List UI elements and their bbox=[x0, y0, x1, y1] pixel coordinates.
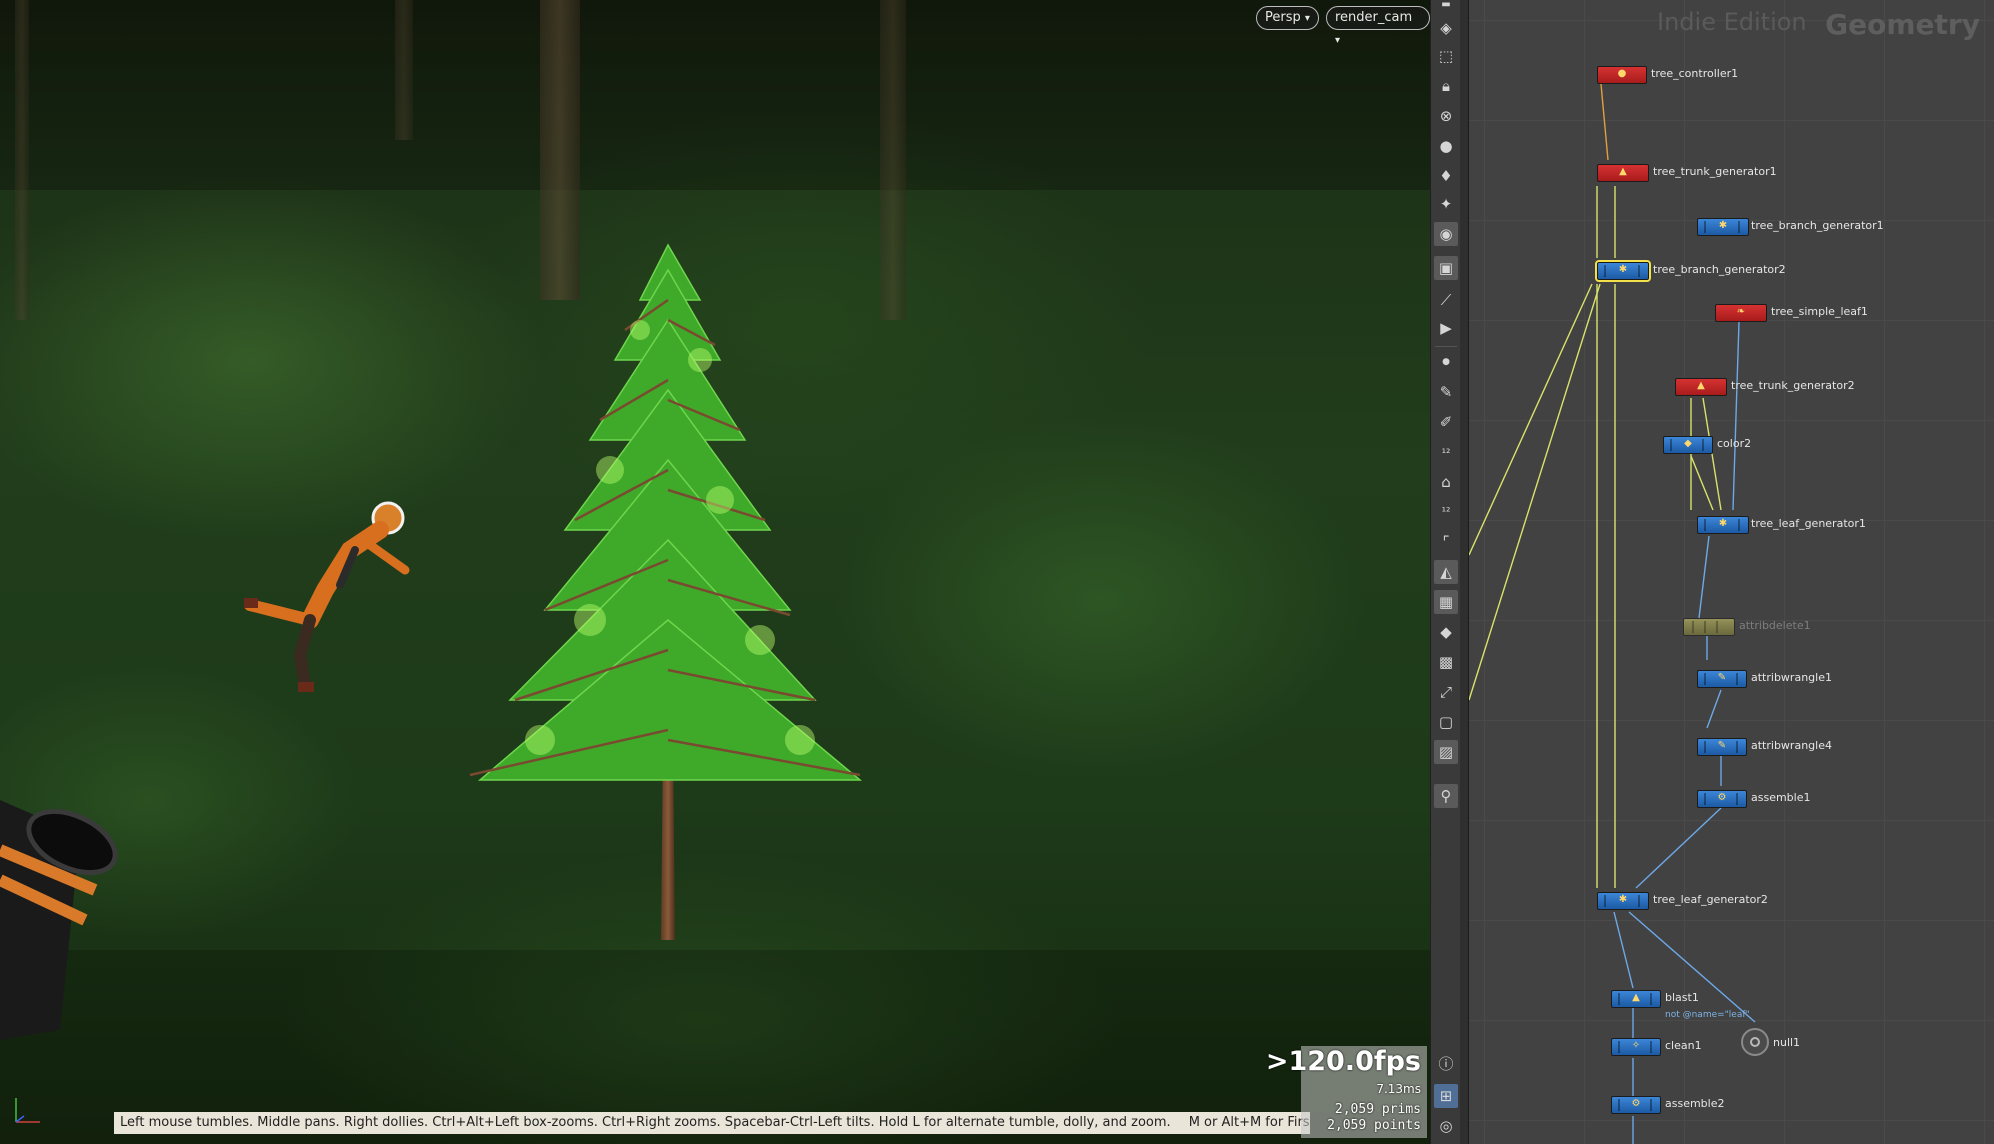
points-count: 2,059 points bbox=[1327, 1118, 1421, 1133]
network-editor[interactable]: Indie Edition Geometry ● tree_controller… bbox=[1469, 0, 1994, 1144]
camera-look-icon[interactable]: ◉ bbox=[1434, 222, 1458, 246]
camera-menu-button[interactable]: render_cam ▾ bbox=[1326, 6, 1430, 46]
scene-viewport[interactable]: Persp ▾ render_cam ▾ Left mouse tumbles.… bbox=[0, 0, 1430, 1144]
pen-icon[interactable]: ✐ bbox=[1434, 410, 1458, 434]
toolbar-menu-icon[interactable]: ▬ bbox=[1434, 0, 1458, 10]
node-label: tree_branch_generator1 bbox=[1751, 219, 1884, 232]
grid-icon[interactable]: ⊞ bbox=[1434, 1084, 1458, 1108]
wire bbox=[1613, 911, 1634, 989]
navigation-hint-text: Left mouse tumbles. Middle pans. Right d… bbox=[120, 1115, 1171, 1130]
checker-icon[interactable]: ▦ bbox=[1434, 590, 1458, 614]
info-icon[interactable]: ⓘ bbox=[1434, 1052, 1458, 1076]
tree-foliage bbox=[477, 243, 863, 781]
ghost-icon[interactable]: ⬚ bbox=[1434, 44, 1458, 68]
wire bbox=[1469, 283, 1593, 556]
wire-icon[interactable]: ⟋ bbox=[1434, 288, 1458, 312]
null1-label: null1 bbox=[1773, 1036, 1801, 1049]
tree-model bbox=[469, 240, 863, 940]
fps-readout: >120.0fps bbox=[1265, 1046, 1421, 1077]
pane-splitter[interactable] bbox=[1460, 0, 1469, 1144]
node-label: tree_controller1 bbox=[1651, 67, 1739, 80]
diamond-icon[interactable]: ◆ bbox=[1434, 620, 1458, 644]
wire bbox=[1469, 283, 1601, 701]
toolbar-divider bbox=[1435, 346, 1457, 347]
wire bbox=[1698, 535, 1710, 619]
node-label: tree_trunk_generator1 bbox=[1653, 165, 1777, 178]
wire bbox=[1690, 455, 1714, 511]
node-label: attribwrangle4 bbox=[1751, 739, 1832, 752]
shading-icon[interactable]: ● bbox=[1434, 134, 1458, 158]
axis-gizmo-icon bbox=[15, 1098, 40, 1123]
camera-icon[interactable]: ▣ bbox=[1434, 256, 1458, 280]
prims-count: 2,059 prims bbox=[1334, 1102, 1421, 1117]
eye-icon[interactable]: ◎ bbox=[1434, 1114, 1458, 1138]
wire bbox=[1706, 689, 1722, 729]
persp-view-label: Persp bbox=[1265, 10, 1301, 25]
shape-icon[interactable]: ◭ bbox=[1434, 560, 1458, 584]
persp-view-button[interactable]: Persp ▾ bbox=[1256, 6, 1319, 30]
light-icon[interactable]: ♦ bbox=[1434, 164, 1458, 188]
brush-icon[interactable]: ✎ bbox=[1434, 380, 1458, 404]
chevron-down-icon: ▾ bbox=[1304, 13, 1310, 24]
node-label: assemble2 bbox=[1665, 1097, 1725, 1110]
node-label: tree_branch_generator2 bbox=[1653, 263, 1786, 276]
snap-icon[interactable]: ▩ bbox=[1434, 650, 1458, 674]
headlight-icon[interactable]: ✦ bbox=[1434, 192, 1458, 216]
wire bbox=[1600, 83, 1609, 161]
performance-overlay: >120.0fps 7.13ms 2,059 prims 2,059 point… bbox=[1266, 1046, 1427, 1138]
pin-icon[interactable]: ⚲ bbox=[1434, 784, 1458, 808]
character-model bbox=[244, 501, 410, 692]
cannon-model bbox=[0, 800, 118, 1040]
frame-time-readout: 7.13ms bbox=[1376, 1082, 1421, 1096]
lock-icon[interactable]: 🔒︎ bbox=[1434, 74, 1458, 98]
node-label: clean1 bbox=[1665, 1039, 1702, 1052]
square-icon[interactable]: ▢ bbox=[1434, 710, 1458, 734]
node-label: color2 bbox=[1717, 437, 1752, 450]
display-options-icon[interactable]: ◈ bbox=[1434, 16, 1458, 40]
node-label: tree_leaf_generator1 bbox=[1751, 517, 1866, 530]
viewport-status-hint: Left mouse tumbles. Middle pans. Right d… bbox=[114, 1112, 1310, 1134]
corner-icon[interactable]: ⌜ bbox=[1434, 530, 1458, 554]
image-icon[interactable]: ▨ bbox=[1434, 740, 1458, 764]
stamp-icon[interactable]: ⌂ bbox=[1434, 470, 1458, 494]
wire bbox=[1732, 321, 1740, 511]
point-icon[interactable]: ● bbox=[1434, 350, 1458, 374]
node-label: tree_simple_leaf1 bbox=[1771, 305, 1868, 318]
number2-icon[interactable]: ¹² bbox=[1434, 500, 1458, 524]
xray-icon[interactable]: ⊗ bbox=[1434, 104, 1458, 128]
node-label: tree_trunk_generator2 bbox=[1731, 379, 1855, 392]
viewport-display-toolbar: ▬ ◈ ⬚ 🔒︎ ⊗ ● ♦ ✦ ◉ ▣ ⟋ ▶ ● ✎ ✐ ₁₂ ⌂ ¹² ⌜… bbox=[1430, 0, 1462, 1144]
node-label: attribwrangle1 bbox=[1751, 671, 1832, 684]
number-icon[interactable]: ₁₂ bbox=[1434, 438, 1458, 462]
first-person-hint-text: M or Alt+M for First Person Navigation. bbox=[1188, 1115, 1310, 1130]
wire bbox=[1635, 807, 1722, 889]
node-label: attribdelete1 bbox=[1739, 619, 1811, 632]
node-null1[interactable] bbox=[1741, 1028, 1769, 1056]
camera-menu-label: render_cam bbox=[1335, 10, 1413, 25]
node-label: tree_leaf_generator2 bbox=[1653, 893, 1768, 906]
node-label: assemble1 bbox=[1751, 791, 1811, 804]
render-icon[interactable]: ▶ bbox=[1434, 316, 1458, 340]
blast1-group-comment: not @name="leaf" bbox=[1665, 1010, 1750, 1020]
node-label: blast1 bbox=[1665, 991, 1699, 1004]
pointer-icon[interactable]: ⤢ bbox=[1434, 680, 1458, 704]
chevron-down-icon: ▾ bbox=[1335, 35, 1341, 46]
